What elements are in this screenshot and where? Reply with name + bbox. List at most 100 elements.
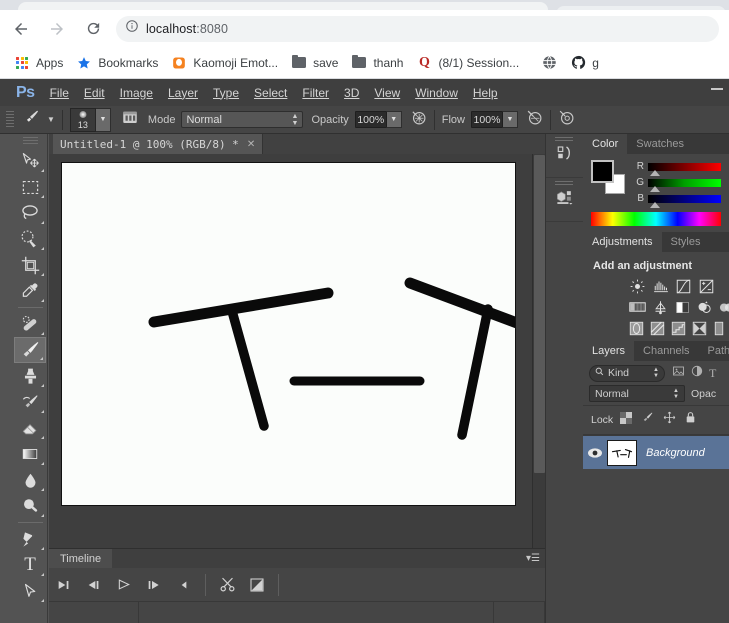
- opacity-pressure-icon[interactable]: [410, 109, 427, 131]
- vibrance-icon[interactable]: [629, 299, 646, 315]
- foreground-color-swatch[interactable]: [591, 160, 614, 183]
- menu-file[interactable]: File: [50, 86, 69, 100]
- forward-button[interactable]: [42, 14, 72, 44]
- crop-tool[interactable]: [14, 252, 46, 278]
- layer-row-background[interactable]: Background: [583, 435, 729, 469]
- posterize-icon[interactable]: [671, 320, 686, 336]
- history-panel-rail[interactable]: [546, 134, 583, 178]
- type-layer-filter-icon[interactable]: T: [709, 366, 716, 381]
- browser-tab-strip[interactable]: [0, 0, 729, 10]
- 3d-panel-rail[interactable]: [546, 178, 583, 222]
- options-bar-grip[interactable]: [6, 111, 14, 129]
- document-tab[interactable]: Untitled-1 @ 100% (RGB/8) * ✕: [53, 134, 263, 154]
- brush-size-dropdown[interactable]: ▼: [96, 108, 111, 132]
- lock-position-icon[interactable]: [663, 411, 676, 429]
- opacity-input[interactable]: 100%: [355, 111, 387, 128]
- airbrush-icon[interactable]: [526, 109, 543, 131]
- minimize-icon[interactable]: [711, 88, 723, 90]
- marquee-tool[interactable]: [14, 174, 46, 200]
- audio-button[interactable]: [169, 570, 199, 600]
- menu-type[interactable]: Type: [213, 86, 239, 100]
- adjustment-layer-filter-icon[interactable]: [691, 364, 703, 382]
- red-channel-row[interactable]: R: [631, 161, 721, 172]
- tab-layers[interactable]: Layers: [583, 341, 634, 361]
- layer-blend-mode-select[interactable]: Normal ▲▼: [589, 385, 685, 402]
- menu-view[interactable]: View: [374, 86, 400, 100]
- green-slider-handle[interactable]: [650, 186, 660, 192]
- path-selection-tool[interactable]: [14, 578, 46, 604]
- eyedropper-tool[interactable]: [14, 278, 46, 304]
- brush-size-field[interactable]: 13: [70, 108, 96, 132]
- menu-select[interactable]: Select: [254, 86, 287, 100]
- timeline-track-strip[interactable]: [49, 602, 545, 623]
- close-icon[interactable]: ✕: [247, 139, 255, 150]
- blue-slider-handle[interactable]: [650, 202, 660, 208]
- lock-transparent-pixels-icon[interactable]: [620, 411, 632, 429]
- brush-preset-icon[interactable]: [22, 108, 42, 131]
- menu-layer[interactable]: Layer: [168, 86, 198, 100]
- panel-menu-icon[interactable]: ▾☰: [526, 553, 540, 564]
- image-canvas[interactable]: [61, 162, 516, 506]
- menu-edit[interactable]: Edit: [84, 86, 105, 100]
- next-frame-button[interactable]: [139, 570, 169, 600]
- tab-swatches[interactable]: Swatches: [627, 134, 693, 154]
- blur-tool[interactable]: [14, 467, 46, 493]
- menu-3d[interactable]: 3D: [344, 86, 359, 100]
- lock-image-pixels-icon[interactable]: [641, 411, 654, 429]
- bookmark-bookmarks[interactable]: Bookmarks: [71, 51, 163, 75]
- pixel-layer-filter-icon[interactable]: [672, 364, 685, 382]
- split-clip-button[interactable]: [212, 570, 242, 600]
- color-lookup-icon[interactable]: [650, 320, 665, 336]
- canvas-vertical-scrollbar[interactable]: [532, 154, 545, 583]
- timeline-track-cell[interactable]: [49, 602, 139, 623]
- info-circle-icon[interactable]: [125, 19, 139, 38]
- bookmark-session[interactable]: Q (8/1) Session...: [411, 51, 524, 75]
- play-button[interactable]: [109, 570, 139, 600]
- move-tool[interactable]: [14, 148, 46, 174]
- flow-dropdown[interactable]: ▼: [503, 111, 518, 128]
- brush-panel-icon[interactable]: [120, 108, 140, 131]
- brush-tool[interactable]: [14, 337, 46, 363]
- menu-image[interactable]: Image: [120, 86, 153, 100]
- blue-slider-track[interactable]: [648, 195, 721, 203]
- layer-name[interactable]: Background: [646, 447, 705, 459]
- pen-tool[interactable]: [14, 526, 46, 552]
- tab-channels[interactable]: Channels: [634, 341, 698, 361]
- reload-button[interactable]: [78, 14, 108, 44]
- previous-frame-button[interactable]: [79, 570, 109, 600]
- toolbar-grip[interactable]: [23, 137, 38, 146]
- clone-stamp-tool[interactable]: [14, 363, 46, 389]
- dodge-tool[interactable]: [14, 493, 46, 519]
- quick-selection-tool[interactable]: [14, 226, 46, 252]
- menu-window[interactable]: Window: [415, 86, 458, 100]
- tab-styles[interactable]: Styles: [662, 232, 710, 252]
- curves-icon[interactable]: [675, 278, 692, 294]
- exposure-icon[interactable]: [698, 278, 715, 294]
- tab-color[interactable]: Color: [583, 134, 627, 154]
- tab-paths[interactable]: Paths: [699, 341, 729, 361]
- blend-mode-select[interactable]: Normal ▲▼: [181, 111, 303, 128]
- color-swatches[interactable]: [591, 160, 625, 194]
- lasso-tool[interactable]: [14, 200, 46, 226]
- channel-mixer-icon[interactable]: [629, 320, 644, 336]
- timeline-track-cell[interactable]: [494, 602, 545, 623]
- bookmark-globe[interactable]: [536, 51, 562, 75]
- red-slider-handle[interactable]: [650, 170, 660, 176]
- blue-channel-row[interactable]: B: [631, 193, 721, 204]
- back-button[interactable]: [6, 14, 36, 44]
- eraser-tool[interactable]: [14, 415, 46, 441]
- gradient-tool[interactable]: [14, 441, 46, 467]
- go-to-first-frame-button[interactable]: [49, 570, 79, 600]
- bookmark-thanh[interactable]: thanh: [346, 51, 408, 75]
- color-balance-icon[interactable]: [675, 299, 690, 315]
- flow-input[interactable]: 100%: [471, 111, 503, 128]
- green-channel-row[interactable]: G: [631, 177, 721, 188]
- color-spectrum-ramp[interactable]: [591, 212, 721, 226]
- layer-filter-kind-select[interactable]: Kind ▲▼: [589, 365, 665, 382]
- black-white-icon[interactable]: [696, 299, 713, 315]
- brightness-contrast-icon[interactable]: [629, 278, 646, 294]
- bookmark-kaomoji[interactable]: Kaomoji Emot...: [166, 51, 283, 75]
- gradient-map-icon[interactable]: [713, 320, 725, 336]
- eye-icon[interactable]: [583, 447, 607, 459]
- bookmark-save[interactable]: save: [286, 51, 343, 75]
